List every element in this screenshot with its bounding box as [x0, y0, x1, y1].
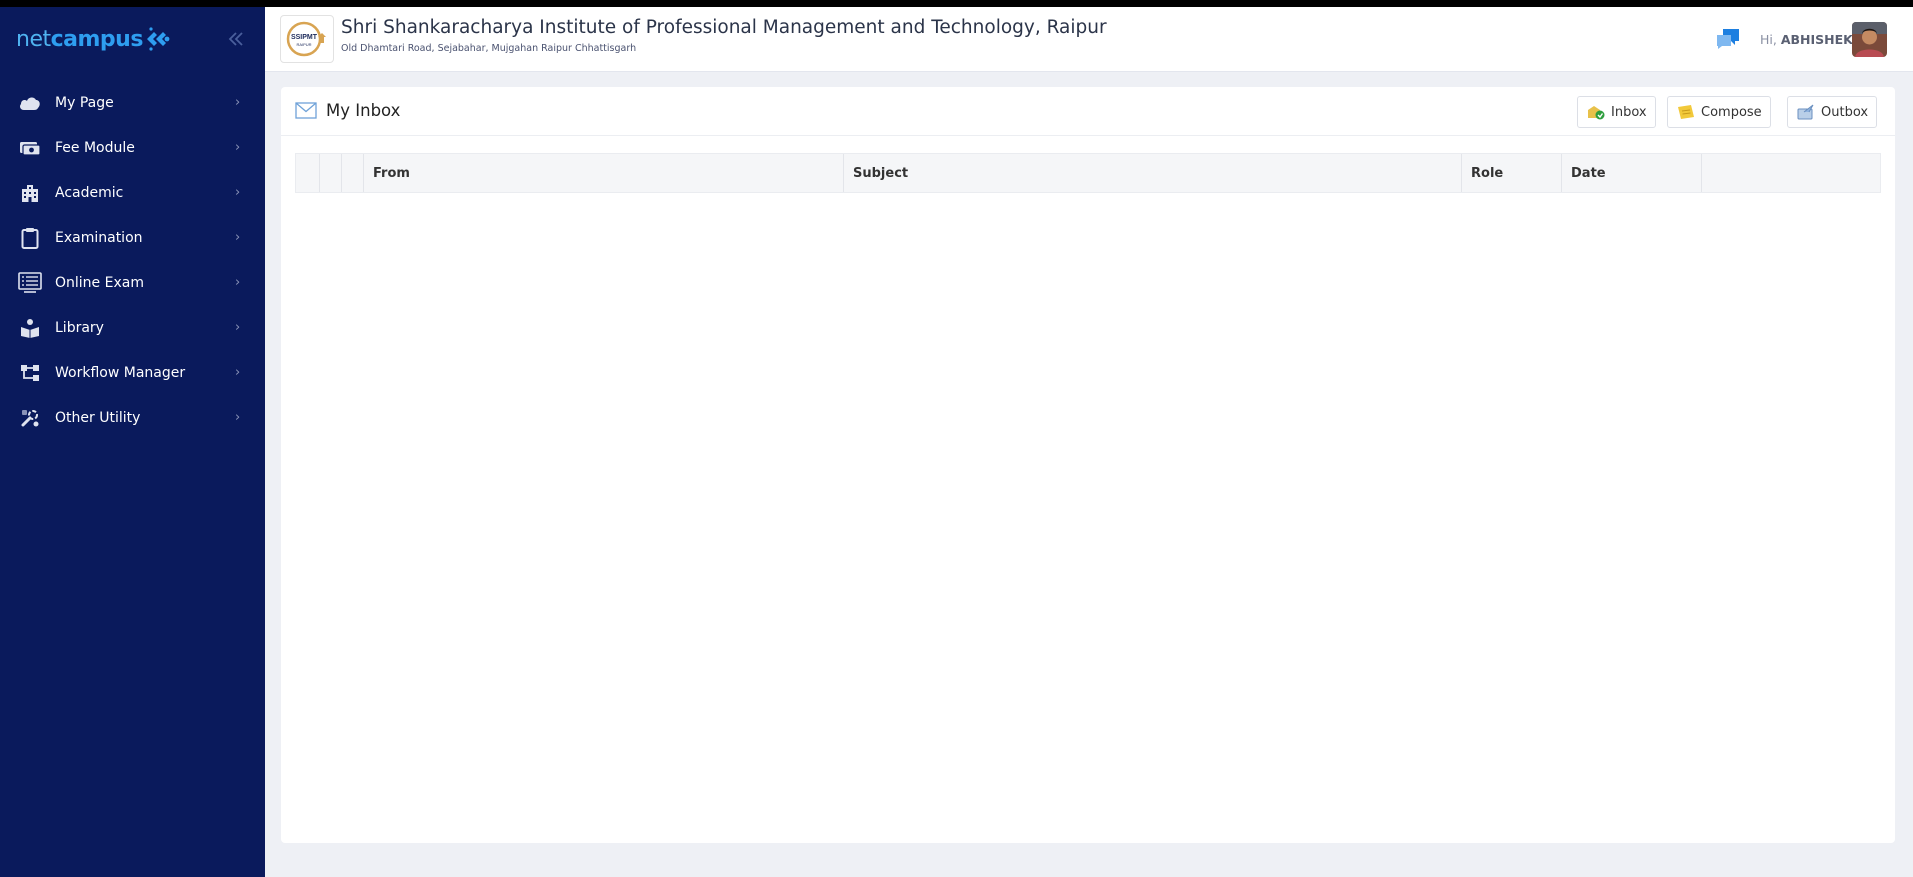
chevron-right-icon: › [235, 320, 241, 335]
compose-note-icon [1676, 103, 1696, 121]
monitor-icon [18, 271, 42, 294]
institute-logo[interactable]: SSIPMT RAIPUR [280, 15, 334, 63]
sidebar-item-academic[interactable]: Academic › [0, 170, 265, 215]
netcampus-logo[interactable]: netcampus [16, 21, 171, 57]
column-header [1702, 154, 1880, 192]
chevron-right-icon: › [235, 410, 241, 425]
avatar[interactable] [1852, 22, 1887, 57]
outbox-button-label: Outbox [1821, 104, 1869, 120]
inbox-button-label: Inbox [1611, 104, 1647, 120]
building-icon [18, 182, 42, 204]
sidebar-item-my-page[interactable]: My Page › [0, 80, 265, 125]
inbox-card: My Inbox Inbox Compose Outbox From Subje… [281, 87, 1895, 843]
sidebar-item-label: Academic [55, 184, 124, 201]
sidebar-item-library[interactable]: Library › [0, 305, 265, 350]
user-greeting: Hi, ABHISHEK [1760, 32, 1853, 47]
brand-arrow-icon [145, 24, 171, 54]
tools-icon [18, 407, 42, 429]
reader-icon [18, 317, 42, 339]
cash-icon [18, 137, 42, 159]
top-header: SSIPMT RAIPUR Shri Shankaracharya Instit… [265, 7, 1913, 72]
chevron-right-icon: › [235, 95, 241, 110]
compose-button-label: Compose [1701, 104, 1762, 120]
inbox-button[interactable]: Inbox [1577, 96, 1656, 128]
sidebar-item-label: My Page [55, 94, 114, 111]
sidebar: netcampus My Page › Fee Module › Academi… [0, 7, 265, 877]
logo-text: SSIPMT [291, 34, 318, 41]
sidebar-item-online-exam[interactable]: Online Exam › [0, 260, 265, 305]
cloud-icon [18, 92, 42, 114]
sidebar-item-label: Workflow Manager [55, 364, 186, 381]
clipboard-icon [18, 227, 42, 249]
collapse-sidebar-icon[interactable] [226, 29, 246, 49]
top-strip [0, 0, 1913, 7]
chevron-right-icon: › [235, 230, 241, 245]
sidebar-item-label: Fee Module [55, 139, 135, 156]
workflow-icon [18, 362, 42, 384]
column-header-role[interactable]: Role [1462, 154, 1562, 192]
column-header-from[interactable]: From [364, 154, 844, 192]
chat-icon[interactable] [1715, 27, 1741, 51]
chevron-right-icon: › [235, 140, 241, 155]
sidebar-menu: My Page › Fee Module › Academic › Examin… [0, 80, 265, 440]
institute-address: Old Dhamtari Road, Sejabahar, Mujgahan R… [341, 43, 637, 54]
column-header-subject[interactable]: Subject [844, 154, 1462, 192]
outbox-button[interactable]: Outbox [1787, 96, 1878, 128]
sidebar-item-workflow-manager[interactable]: Workflow Manager › [0, 350, 265, 395]
user-name: ABHISHEK [1780, 32, 1853, 47]
sidebar-item-label: Other Utility [55, 409, 141, 426]
card-header: My Inbox Inbox Compose Outbox [281, 87, 1895, 136]
outbox-send-icon [1796, 103, 1816, 121]
brand-campus: campus [50, 26, 144, 52]
inbox-table-header: From Subject Role Date [295, 153, 1881, 193]
sidebar-item-label: Examination [55, 229, 143, 246]
sidebar-item-examination[interactable]: Examination › [0, 215, 265, 260]
chevron-right-icon: › [235, 185, 241, 200]
logo-subtext: RAIPUR [296, 42, 311, 47]
chevron-right-icon: › [235, 275, 241, 290]
sidebar-item-label: Library [55, 319, 104, 336]
inbox-tray-icon [1586, 103, 1606, 121]
chevron-right-icon: › [235, 365, 241, 380]
column-header[interactable] [342, 154, 364, 192]
column-header-date[interactable]: Date [1562, 154, 1702, 192]
institute-name: Shri Shankaracharya Institute of Profess… [341, 17, 1107, 38]
sidebar-item-fee-module[interactable]: Fee Module › [0, 125, 265, 170]
column-header[interactable] [296, 154, 320, 192]
sidebar-item-label: Online Exam [55, 274, 144, 291]
brand-net: net [16, 26, 51, 52]
compose-button[interactable]: Compose [1667, 96, 1771, 128]
page-title: My Inbox [326, 101, 401, 120]
greeting-prefix: Hi, [1760, 32, 1777, 47]
sidebar-item-other-utility[interactable]: Other Utility › [0, 395, 265, 440]
column-header[interactable] [320, 154, 342, 192]
envelope-icon [295, 102, 317, 119]
